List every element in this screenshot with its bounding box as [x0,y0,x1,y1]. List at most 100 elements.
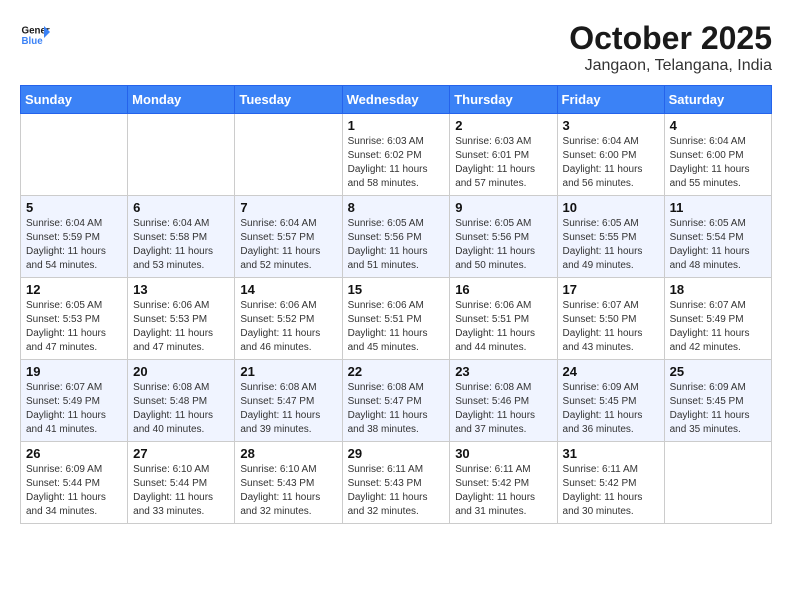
cell-day-number: 21 [240,364,336,379]
calendar-cell: 29Sunrise: 6:11 AM Sunset: 5:43 PM Dayli… [342,442,450,524]
calendar-cell: 1 Sunrise: 6:03 AM Sunset: 6:02 PM Daylig… [342,114,450,196]
cell-day-number: 9 [455,200,551,215]
cell-day-number: 12 [26,282,122,297]
cell-day-number: 11 [670,200,766,215]
cell-info: Sunrise: 6:03 AM Sunset: 6:02 PM Dayligh… [348,135,445,191]
calendar-cell: 2 Sunrise: 6:03 AM Sunset: 6:01 PM Daylig… [450,114,557,196]
cell-info: Sunrise: 6:04 AM Sunset: 5:57 PM Dayligh… [240,217,336,273]
cell-info: Sunrise: 6:05 AM Sunset: 5:55 PM Dayligh… [563,217,659,273]
cell-info: Sunrise: 6:09 AM Sunset: 5:44 PM Dayligh… [26,463,122,519]
cell-day-number: 2 [455,118,551,133]
calendar-cell: 6 Sunrise: 6:04 AM Sunset: 5:58 PM Daylig… [128,196,235,278]
cell-info: Sunrise: 6:03 AM Sunset: 6:01 PM Dayligh… [455,135,551,191]
calendar-cell: 7 Sunrise: 6:04 AM Sunset: 5:57 PM Daylig… [235,196,342,278]
week-row-4: 19 Sunrise: 6:07 AM Sunset: 5:49 PM Dayli… [21,360,772,442]
week-row-1: 1 Sunrise: 6:03 AM Sunset: 6:02 PM Daylig… [21,114,772,196]
calendar-cell: 16 Sunrise: 6:06 AM Sunset: 5:51 PM Dayli… [450,278,557,360]
cell-info: Sunrise: 6:06 AM Sunset: 5:52 PM Dayligh… [240,299,336,355]
cell-day-number: 6 [133,200,229,215]
cell-info: Sunrise: 6:10 AM Sunset: 5:44 PM Dayligh… [133,463,229,519]
cell-day-number: 7 [240,200,336,215]
calendar-cell: 22 Sunrise: 6:08 AM Sunset: 5:47 PM Dayli… [342,360,450,442]
calendar-cell: 13 Sunrise: 6:06 AM Sunset: 5:53 PM Dayli… [128,278,235,360]
week-row-2: 5 Sunrise: 6:04 AM Sunset: 5:59 PM Daylig… [21,196,772,278]
calendar-cell [128,114,235,196]
cell-info: Sunrise: 6:08 AM Sunset: 5:47 PM Dayligh… [240,381,336,437]
cell-info: Sunrise: 6:11 AM Sunset: 5:42 PM Dayligh… [455,463,551,519]
cell-day-number: 13 [133,282,229,297]
week-row-5: 26Sunrise: 6:09 AM Sunset: 5:44 PM Dayli… [21,442,772,524]
calendar-cell: 31Sunrise: 6:11 AM Sunset: 5:42 PM Dayli… [557,442,664,524]
logo: General Blue [20,20,50,50]
cell-info: Sunrise: 6:05 AM Sunset: 5:53 PM Dayligh… [26,299,122,355]
cell-info: Sunrise: 6:06 AM Sunset: 5:53 PM Dayligh… [133,299,229,355]
day-header-monday: Monday [128,86,235,114]
calendar-cell: 20Sunrise: 6:08 AM Sunset: 5:48 PM Dayli… [128,360,235,442]
calendar-cell: 18Sunrise: 6:07 AM Sunset: 5:49 PM Dayli… [664,278,771,360]
calendar-cell: 28Sunrise: 6:10 AM Sunset: 5:43 PM Dayli… [235,442,342,524]
cell-day-number: 1 [348,118,445,133]
cell-info: Sunrise: 6:08 AM Sunset: 5:46 PM Dayligh… [455,381,551,437]
cell-day-number: 8 [348,200,445,215]
cell-day-number: 22 [348,364,445,379]
calendar-cell: 8 Sunrise: 6:05 AM Sunset: 5:56 PM Daylig… [342,196,450,278]
day-header-sunday: Sunday [21,86,128,114]
cell-info: Sunrise: 6:10 AM Sunset: 5:43 PM Dayligh… [240,463,336,519]
day-header-friday: Friday [557,86,664,114]
calendar-cell: 24Sunrise: 6:09 AM Sunset: 5:45 PM Dayli… [557,360,664,442]
cell-info: Sunrise: 6:08 AM Sunset: 5:48 PM Dayligh… [133,381,229,437]
page-header: General Blue October 2025 Jangaon, Telan… [20,20,772,75]
cell-info: Sunrise: 6:04 AM Sunset: 6:00 PM Dayligh… [670,135,766,191]
calendar-cell: 25Sunrise: 6:09 AM Sunset: 5:45 PM Dayli… [664,360,771,442]
cell-day-number: 14 [240,282,336,297]
cell-info: Sunrise: 6:06 AM Sunset: 5:51 PM Dayligh… [455,299,551,355]
month-title: October 2025 [569,20,772,57]
cell-info: Sunrise: 6:05 AM Sunset: 5:56 PM Dayligh… [455,217,551,273]
cell-info: Sunrise: 6:08 AM Sunset: 5:47 PM Dayligh… [348,381,445,437]
cell-day-number: 19 [26,364,122,379]
calendar-cell: 26Sunrise: 6:09 AM Sunset: 5:44 PM Dayli… [21,442,128,524]
cell-day-number: 24 [563,364,659,379]
cell-info: Sunrise: 6:04 AM Sunset: 5:59 PM Dayligh… [26,217,122,273]
calendar-cell: 5 Sunrise: 6:04 AM Sunset: 5:59 PM Daylig… [21,196,128,278]
calendar-cell [664,442,771,524]
week-row-3: 12 Sunrise: 6:05 AM Sunset: 5:53 PM Dayli… [21,278,772,360]
calendar-cell: 23 Sunrise: 6:08 AM Sunset: 5:46 PM Dayli… [450,360,557,442]
cell-info: Sunrise: 6:11 AM Sunset: 5:43 PM Dayligh… [348,463,445,519]
cell-day-number: 17 [563,282,659,297]
cell-day-number: 3 [563,118,659,133]
cell-day-number: 16 [455,282,551,297]
cell-day-number: 15 [348,282,445,297]
cell-info: Sunrise: 6:07 AM Sunset: 5:50 PM Dayligh… [563,299,659,355]
cell-day-number: 31 [563,446,659,461]
cell-info: Sunrise: 6:05 AM Sunset: 5:56 PM Dayligh… [348,217,445,273]
cell-info: Sunrise: 6:07 AM Sunset: 5:49 PM Dayligh… [26,381,122,437]
cell-info: Sunrise: 6:09 AM Sunset: 5:45 PM Dayligh… [670,381,766,437]
day-header-thursday: Thursday [450,86,557,114]
cell-day-number: 18 [670,282,766,297]
calendar-cell: 17 Sunrise: 6:07 AM Sunset: 5:50 PM Dayli… [557,278,664,360]
calendar-cell [235,114,342,196]
cell-info: Sunrise: 6:05 AM Sunset: 5:54 PM Dayligh… [670,217,766,273]
calendar-table: SundayMondayTuesdayWednesdayThursdayFrid… [20,85,772,524]
cell-day-number: 5 [26,200,122,215]
calendar-cell: 3 Sunrise: 6:04 AM Sunset: 6:00 PM Daylig… [557,114,664,196]
calendar-cell: 9 Sunrise: 6:05 AM Sunset: 5:56 PM Daylig… [450,196,557,278]
cell-info: Sunrise: 6:06 AM Sunset: 5:51 PM Dayligh… [348,299,445,355]
calendar-cell: 14 Sunrise: 6:06 AM Sunset: 5:52 PM Dayli… [235,278,342,360]
cell-day-number: 30 [455,446,551,461]
calendar-cell: 27 Sunrise: 6:10 AM Sunset: 5:44 PM Dayli… [128,442,235,524]
logo-icon: General Blue [20,20,50,50]
svg-text:Blue: Blue [22,36,44,47]
cell-info: Sunrise: 6:04 AM Sunset: 6:00 PM Dayligh… [563,135,659,191]
calendar-cell: 30 Sunrise: 6:11 AM Sunset: 5:42 PM Dayli… [450,442,557,524]
cell-day-number: 10 [563,200,659,215]
calendar-cell: 19 Sunrise: 6:07 AM Sunset: 5:49 PM Dayli… [21,360,128,442]
calendar-cell: 21 Sunrise: 6:08 AM Sunset: 5:47 PM Dayli… [235,360,342,442]
cell-info: Sunrise: 6:04 AM Sunset: 5:58 PM Dayligh… [133,217,229,273]
calendar-cell: 4Sunrise: 6:04 AM Sunset: 6:00 PM Daylig… [664,114,771,196]
cell-day-number: 27 [133,446,229,461]
location-title: Jangaon, Telangana, India [569,57,772,75]
cell-day-number: 23 [455,364,551,379]
day-header-saturday: Saturday [664,86,771,114]
